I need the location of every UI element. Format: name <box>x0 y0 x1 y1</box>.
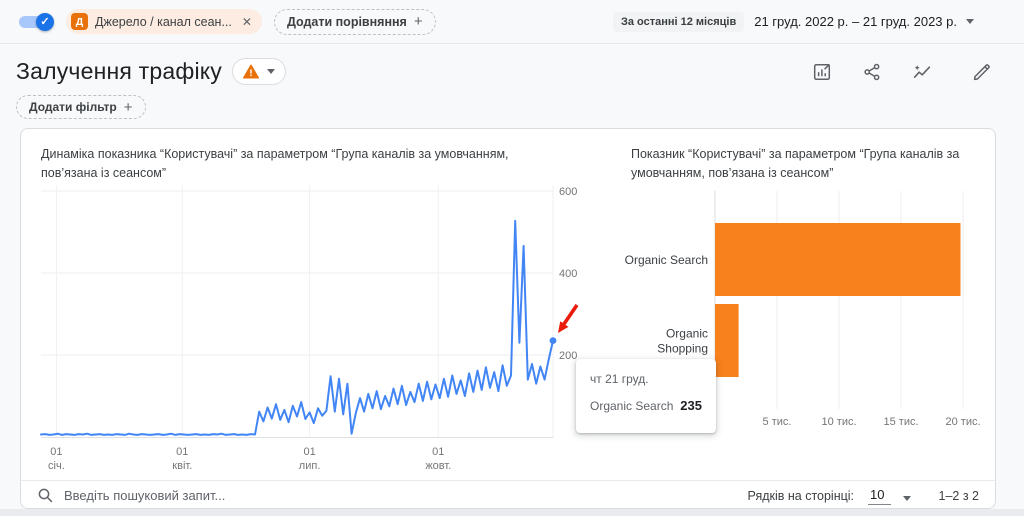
date-range-selector[interactable]: 21 груд. 2022 р. – 21 груд. 2023 р. <box>754 14 974 29</box>
insights-icon[interactable] <box>912 62 932 82</box>
svg-text:01: 01 <box>50 446 62 458</box>
svg-text:Organic: Organic <box>666 327 708 341</box>
pagination-range: 1–2 з 2 <box>939 489 980 503</box>
add-filter-button[interactable]: Додати фільтр + <box>16 95 146 119</box>
date-range-label: 21 груд. 2022 р. – 21 груд. 2023 р. <box>754 14 957 29</box>
date-controls: За останні 12 місяців 21 груд. 2022 р. –… <box>613 12 1008 32</box>
chevron-down-icon <box>267 69 275 74</box>
add-filter-label: Додати фільтр <box>29 100 117 114</box>
dimension-chip[interactable]: Д Джерело / канал сеан... ✕ <box>66 9 262 34</box>
svg-text:400: 400 <box>559 268 577 280</box>
svg-text:01: 01 <box>176 446 188 458</box>
filter-row: Додати фільтр + <box>0 85 1024 119</box>
rows-per-page-label: Рядків на сторінці: <box>748 489 855 503</box>
svg-text:200: 200 <box>559 350 577 362</box>
table-footer: Рядків на сторінці: 10 1–2 з 2 <box>21 480 995 510</box>
dimension-badge: Д <box>71 13 88 30</box>
svg-text:5 тис.: 5 тис. <box>763 416 792 428</box>
add-comparison-button[interactable]: Додати порівняння + <box>274 9 436 35</box>
toggle-thumb-check-icon: ✓ <box>36 13 54 31</box>
charts-canvas[interactable]: 200 400 600 01 січ. 01 квіт. 01 лип. 01 жовт. 5 тис… <box>21 129 997 482</box>
plus-icon: + <box>414 13 423 30</box>
svg-text:Organic Search: Organic Search <box>625 253 708 267</box>
data-quality-dropdown[interactable] <box>232 58 286 85</box>
search-icon <box>37 487 54 504</box>
svg-text:лип.: лип. <box>299 460 321 472</box>
chevron-down-icon <box>903 496 911 501</box>
tooltip-value: 235 <box>680 398 702 413</box>
close-icon[interactable]: ✕ <box>242 15 252 29</box>
share-icon[interactable] <box>862 62 882 82</box>
svg-text:600: 600 <box>559 186 577 198</box>
comparison-toggle[interactable]: ✓ <box>16 12 54 32</box>
tooltip-date: чт 21 груд. <box>590 372 702 386</box>
dimension-chip-label: Джерело / канал сеан... <box>95 15 232 29</box>
page-head: Залучення трафіку <box>0 44 1024 85</box>
svg-text:01: 01 <box>432 446 444 458</box>
tooltip-series-label: Organic Search <box>590 399 673 413</box>
svg-text:січ.: січ. <box>48 460 65 472</box>
rows-per-page-value: 10 <box>868 487 890 505</box>
svg-text:15 тис.: 15 тис. <box>883 416 918 428</box>
topbar: ✓ Д Джерело / канал сеан... ✕ Додати пор… <box>0 0 1024 44</box>
rows-per-page-select[interactable]: 10 <box>868 487 910 505</box>
svg-text:жовт.: жовт. <box>425 460 451 472</box>
svg-text:20 тис.: 20 тис. <box>945 416 980 428</box>
svg-text:10 тис.: 10 тис. <box>821 416 856 428</box>
date-preset-badge: За останні 12 місяців <box>613 12 744 32</box>
search-input[interactable] <box>64 488 424 503</box>
svg-text:Shopping: Shopping <box>657 342 708 356</box>
svg-text:квіт.: квіт. <box>172 460 192 472</box>
warning-icon <box>243 64 259 79</box>
charts-card: Динаміка показника “Користувачі” за пара… <box>20 128 996 509</box>
page-title: Залучення трафіку <box>16 58 222 85</box>
plus-icon: + <box>124 99 133 116</box>
chevron-down-icon <box>966 19 974 24</box>
add-comparison-label: Додати порівняння <box>287 15 407 29</box>
customize-report-icon[interactable] <box>812 62 832 82</box>
chart-tooltip: чт 21 груд. Organic Search 235 <box>576 359 716 433</box>
svg-text:01: 01 <box>303 446 315 458</box>
edit-icon[interactable] <box>972 62 992 82</box>
report-toolbar <box>812 62 1006 82</box>
table-header-band <box>0 509 1024 516</box>
